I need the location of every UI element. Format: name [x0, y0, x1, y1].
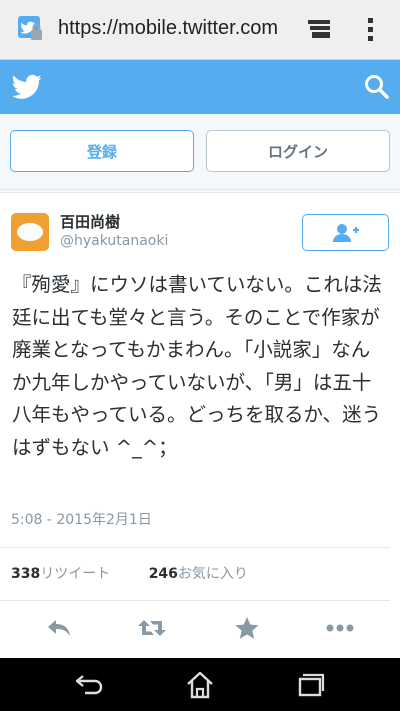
- avatar[interactable]: [11, 213, 49, 251]
- home-icon[interactable]: [184, 670, 216, 700]
- system-nav-bar: [0, 658, 400, 711]
- twitter-header: [0, 60, 400, 114]
- search-icon[interactable]: [363, 73, 391, 101]
- back-icon[interactable]: [73, 670, 105, 700]
- user-screen-name[interactable]: @hyakutanaoki: [60, 233, 168, 249]
- tweet-card: 百田尚樹 @hyakutanaoki 『殉愛』にウソは書いていない。これは法廷に…: [0, 192, 400, 658]
- favorite-count: 246: [148, 566, 178, 582]
- tweet-stats: 338リツイート 246お気に入り: [11, 563, 282, 583]
- retweet-label: リツイート: [40, 566, 111, 582]
- browser-toolbar: https://mobile.twitter.com: [0, 0, 400, 60]
- favorite-star-icon[interactable]: [232, 613, 262, 643]
- tweet-text: 『殉愛』にウソは書いていない。これは法廷に出ても堂々と言う。そのことで作家が廃業…: [12, 273, 382, 459]
- favorite-stat[interactable]: 246お気に入り: [149, 563, 248, 583]
- site-favicon-icon: [18, 16, 44, 42]
- retweet-stat[interactable]: 338リツイート: [11, 563, 110, 583]
- twitter-bird-icon[interactable]: [12, 73, 42, 101]
- reply-icon[interactable]: [44, 613, 74, 643]
- retweet-icon[interactable]: [137, 613, 167, 643]
- divider: [0, 600, 390, 601]
- user-display-name[interactable]: 百田尚樹: [60, 211, 120, 232]
- favorite-label: お気に入り: [177, 566, 248, 582]
- divider: [0, 547, 390, 548]
- tabs-icon[interactable]: [306, 18, 332, 40]
- login-button[interactable]: ログイン: [206, 130, 390, 172]
- signup-button[interactable]: 登録: [10, 130, 194, 172]
- add-user-icon: [332, 223, 359, 242]
- tweet-actions: [0, 611, 400, 647]
- retweet-count: 338: [11, 566, 41, 582]
- more-options-icon[interactable]: [325, 613, 355, 643]
- recent-apps-icon[interactable]: [294, 670, 326, 700]
- overflow-menu-icon[interactable]: [363, 15, 379, 45]
- tweet-timestamp[interactable]: 5:08 - 2015年2月1日: [11, 509, 152, 529]
- auth-bar: 登録 ログイン: [0, 114, 400, 190]
- address-bar[interactable]: https://mobile.twitter.com: [58, 17, 286, 40]
- follow-button[interactable]: [302, 214, 389, 251]
